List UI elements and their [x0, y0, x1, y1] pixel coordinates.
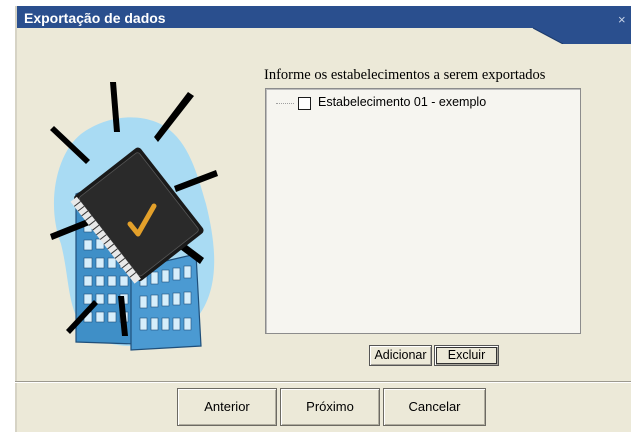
- title-bar[interactable]: Exportação de dados ×: [15, 6, 631, 44]
- cancel-button[interactable]: Cancelar: [383, 388, 486, 426]
- window-left-border: [15, 6, 17, 432]
- establishment-item-label[interactable]: Estabelecimento 01 - exemplo: [318, 95, 486, 109]
- remove-button[interactable]: Excluir: [434, 345, 499, 366]
- add-button[interactable]: Adicionar: [369, 345, 432, 366]
- back-button[interactable]: Anterior: [177, 388, 277, 426]
- dialog-title: Exportação de dados: [24, 10, 166, 26]
- establishments-tree[interactable]: Estabelecimento 01 - exemplo: [265, 88, 581, 334]
- next-button[interactable]: Próximo: [280, 388, 380, 426]
- establishments-label: Informe os estabelecimentos a serem expo…: [264, 67, 546, 83]
- establishment-checkbox[interactable]: [298, 97, 311, 110]
- footer-divider: [15, 381, 631, 383]
- close-icon[interactable]: ×: [618, 12, 626, 27]
- building-with-checked-book-icon: [50, 82, 218, 351]
- tree-connector: [276, 103, 294, 104]
